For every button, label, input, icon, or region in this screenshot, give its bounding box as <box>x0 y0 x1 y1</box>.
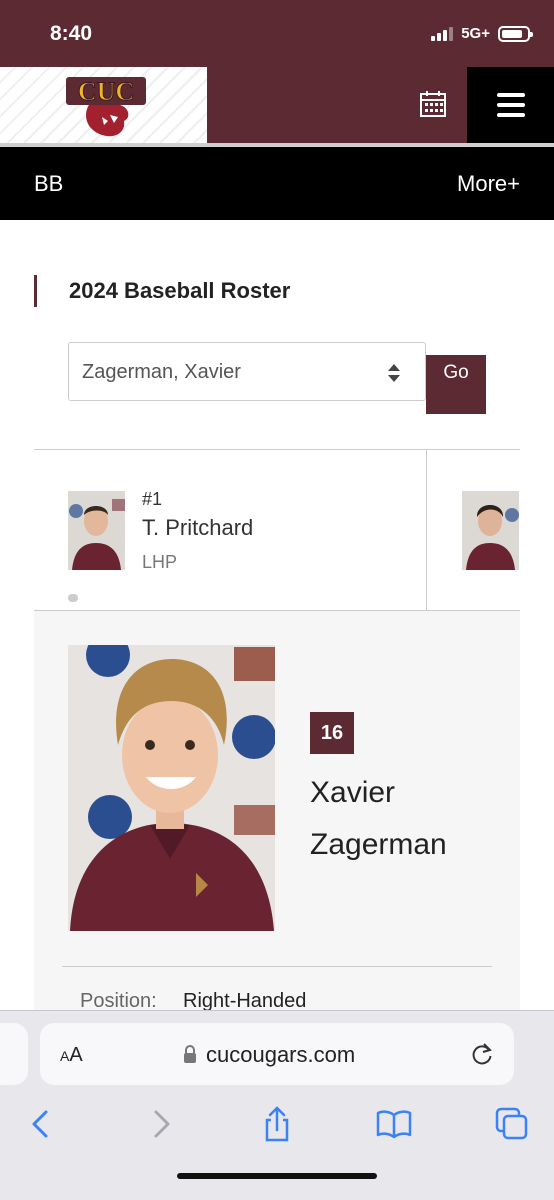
bookmarks-icon[interactable] <box>376 1106 412 1142</box>
calendar-button[interactable] <box>417 89 449 119</box>
go-button[interactable]: Go <box>426 355 486 414</box>
jersey-number-badge: 16 <box>310 712 354 754</box>
page-title: 2024 Baseball Roster <box>34 275 290 307</box>
hamburger-menu-icon[interactable] <box>467 67 554 143</box>
player-last-name: Zagerman <box>310 828 447 861</box>
status-bar: 8:40 5G+ <box>0 0 554 67</box>
player-first-name: Xavier <box>310 776 396 809</box>
url-text: cucougars.com <box>206 1042 356 1067</box>
card-position: LHP <box>142 552 178 572</box>
section-title[interactable]: BB <box>34 171 63 197</box>
share-icon[interactable] <box>259 1106 295 1142</box>
card-number: #1 <box>142 489 163 509</box>
signal-icon <box>431 26 454 41</box>
address-bar[interactable]: AAAA cucougars.com <box>40 1023 514 1085</box>
player-photo <box>68 645 275 931</box>
player-photo-icon <box>68 491 125 570</box>
cougar-logo-icon: CUC <box>66 77 146 137</box>
home-indicator[interactable] <box>177 1173 377 1179</box>
site-header: CUC <box>0 67 554 143</box>
cards-divider <box>34 449 520 450</box>
status-time: 8:40 <box>50 22 93 45</box>
section-nav: BB More+ <box>0 147 554 220</box>
select-arrows-icon <box>388 364 400 382</box>
previous-tab-preview[interactable] <box>0 1023 28 1085</box>
player-thumbnail[interactable] <box>462 491 519 570</box>
more-menu-button[interactable]: More+ <box>457 171 520 197</box>
calendar-icon <box>420 91 446 117</box>
card-separator <box>426 450 427 610</box>
reader-settings-button[interactable]: AAAA <box>60 1044 83 1067</box>
status-indicators: 5G+ <box>431 25 533 42</box>
card-name[interactable]: T. Pritchard <box>142 515 253 541</box>
tabs-icon[interactable] <box>494 1106 530 1142</box>
battery-icon <box>498 25 533 42</box>
player-headshot-icon <box>68 645 275 931</box>
lock-icon <box>184 1045 196 1063</box>
site-logo[interactable]: CUC <box>0 67 207 143</box>
logo-text: CUC <box>78 77 134 106</box>
network-label: 5G+ <box>461 25 490 42</box>
browser-toolbar: AAAA cucougars.com <box>0 1010 554 1200</box>
player-photo-icon <box>462 491 519 570</box>
detail-divider <box>62 966 492 967</box>
battery-level <box>502 29 523 38</box>
player-thumbnail[interactable] <box>68 491 125 570</box>
reload-icon[interactable] <box>470 1041 494 1067</box>
forward-icon[interactable] <box>142 1106 178 1142</box>
carousel-dot[interactable] <box>68 594 78 602</box>
player-select[interactable]: Zagerman, Xavier <box>68 342 426 401</box>
player-select-value: Zagerman, Xavier <box>82 361 241 383</box>
back-icon[interactable] <box>24 1106 60 1142</box>
